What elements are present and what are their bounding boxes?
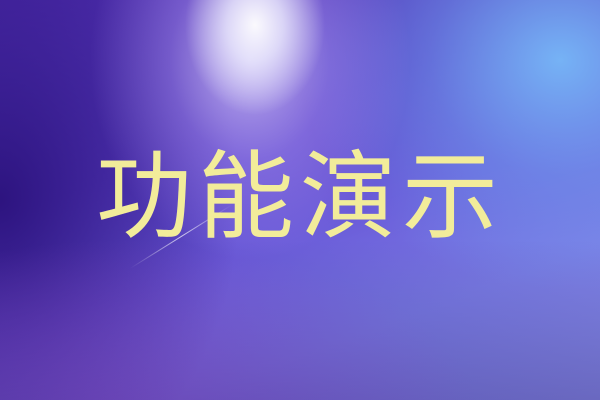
banner-background: 功能演示 [0,0,600,400]
banner-title: 功能演示 [96,141,504,253]
